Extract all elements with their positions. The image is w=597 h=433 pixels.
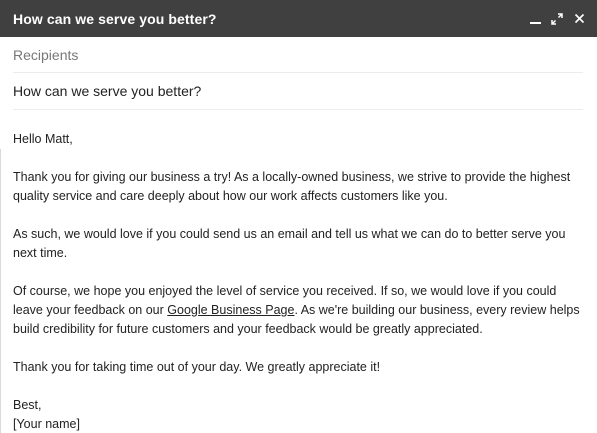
subject-row [13, 73, 583, 110]
body-paragraph-1: Thank you for giving our business a try!… [13, 170, 571, 203]
expand-icon[interactable] [551, 12, 563, 26]
body-left-rule [0, 149, 1, 433]
compose-titlebar[interactable]: How can we serve you better? [0, 0, 597, 37]
compose-window: How can we serve you better? Recipients … [0, 0, 597, 433]
window-controls [529, 12, 585, 26]
message-body[interactable]: Hello Matt, Thank you for giving our bus… [13, 110, 583, 433]
body-greeting: Hello Matt, [13, 132, 73, 146]
minimize-icon[interactable] [529, 12, 541, 26]
body-paragraph-4: Thank you for taking time out of your da… [13, 360, 381, 374]
subject-input[interactable] [13, 79, 583, 103]
google-business-page-link[interactable]: Google Business Page [167, 303, 294, 317]
body-signature: [Your name] [13, 417, 80, 431]
recipients-input[interactable] [13, 42, 583, 67]
compose-title: How can we serve you better? [13, 10, 217, 27]
body-closing: Best, [13, 398, 42, 412]
recipients-row [13, 37, 583, 73]
body-paragraph-2: As such, we would love if you could send… [13, 227, 566, 260]
close-icon[interactable] [573, 12, 585, 26]
body-paragraph-3: Of course, we hope you enjoyed the level… [13, 282, 583, 339]
